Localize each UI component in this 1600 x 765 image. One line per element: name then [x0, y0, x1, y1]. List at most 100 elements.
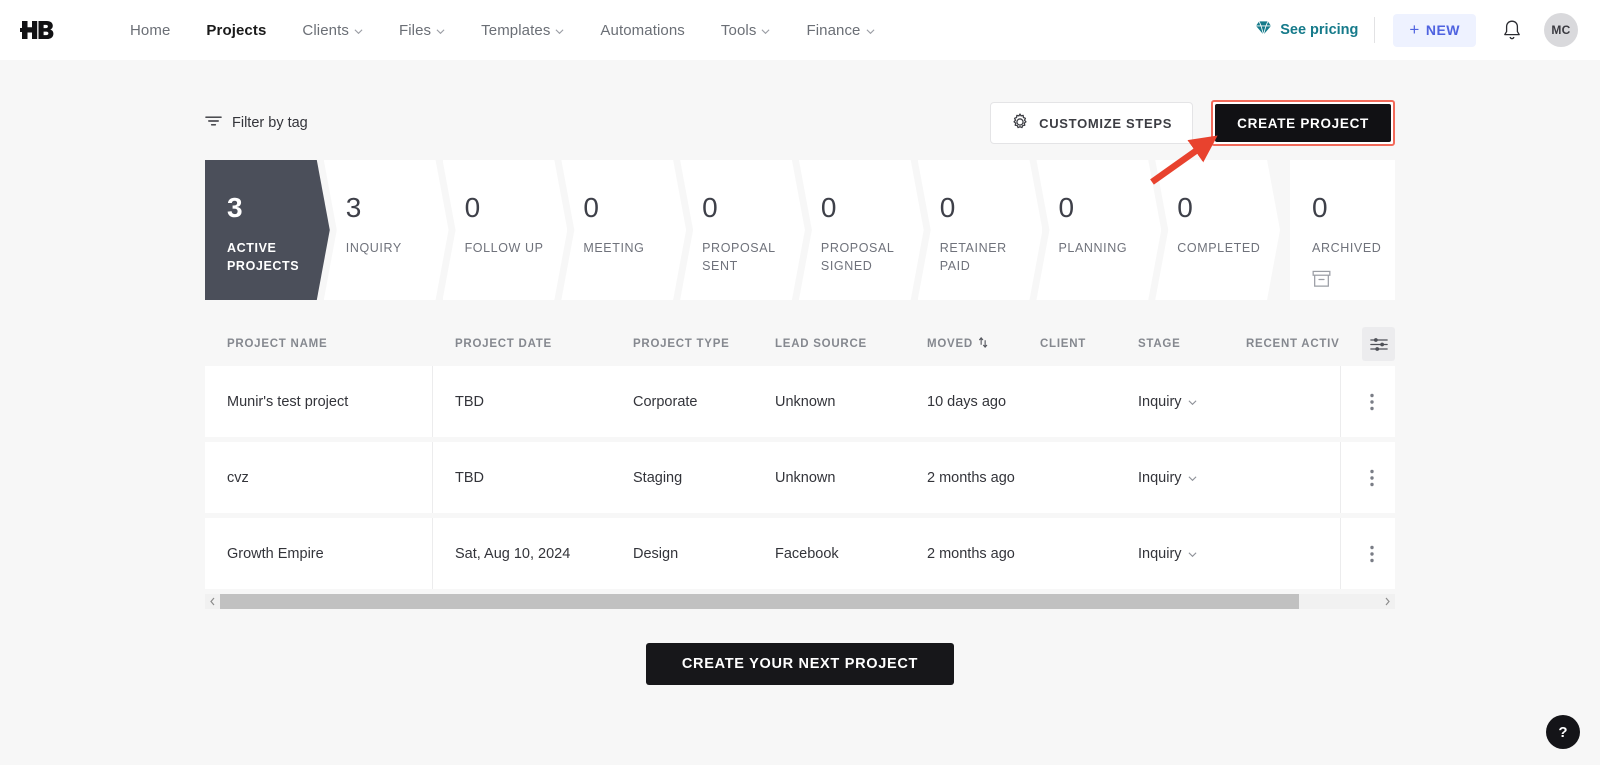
pipeline-stage-cards: 3 ACTIVE PROJECTS 3 INQUIRY 0 FOLLOW UP … [205, 160, 1395, 300]
nav-item-projects[interactable]: Projects [188, 22, 284, 39]
scroll-left-arrow-icon[interactable] [205, 594, 220, 609]
notifications-bell-icon[interactable] [1502, 19, 1522, 41]
pipeline-card-follow-up[interactable]: 0 FOLLOW UP [443, 160, 568, 300]
pipeline-card-inquiry[interactable]: 3 INQUIRY [324, 160, 449, 300]
plus-icon: + [1409, 21, 1419, 38]
projects-table-header: PROJECT NAME PROJECT DATE PROJECT TYPE L… [205, 322, 1395, 366]
nav-divider [1374, 17, 1375, 43]
pipeline-card-completed[interactable]: 0 COMPLETED [1155, 160, 1280, 300]
new-button-label: NEW [1426, 22, 1460, 38]
column-header-stage[interactable]: STAGE [1138, 338, 1246, 350]
column-settings-icon[interactable] [1362, 327, 1395, 361]
pipeline-count: 0 [702, 194, 805, 222]
cell-stage-dropdown[interactable]: Inquiry [1116, 518, 1224, 589]
nav-item-home[interactable]: Home [112, 22, 188, 39]
cell-stage-dropdown[interactable]: Inquiry [1116, 366, 1224, 437]
nav-item-automations-label: Automations [600, 22, 684, 39]
table-row[interactable]: Munir's test project TBD Corporate Unkno… [205, 366, 1395, 437]
pipeline-card-archived[interactable]: 0 ARCHIVED [1290, 160, 1395, 300]
nav-item-home-label: Home [130, 22, 170, 39]
customize-steps-button[interactable]: CUSTOMIZE STEPS [990, 102, 1193, 144]
create-your-next-project-button[interactable]: CREATE YOUR NEXT PROJECT [646, 643, 954, 685]
top-navigation-bar: Home Projects Clients Files Templates Au… [0, 0, 1600, 60]
see-pricing-link[interactable]: See pricing [1255, 20, 1374, 40]
page-body: Filter by tag CUSTOMIZE STEPS CREATE PRO… [0, 60, 1600, 765]
pipeline-label: PLANNING [1058, 239, 1142, 257]
sort-arrows-icon [977, 336, 989, 352]
table-horizontal-scrollbar[interactable] [205, 594, 1395, 609]
table-row[interactable]: cvz TBD Staging Unknown 2 months ago Inq… [205, 442, 1395, 513]
pipeline-card-planning[interactable]: 0 PLANNING [1036, 160, 1161, 300]
cell-client [1018, 366, 1116, 437]
nav-item-tools-label: Tools [721, 22, 757, 39]
pipeline-label: ARCHIVED [1312, 239, 1395, 257]
nav-item-automations[interactable]: Automations [582, 22, 702, 39]
scroll-right-arrow-icon[interactable] [1380, 594, 1395, 609]
column-header-recent-activity[interactable]: RECENT ACTIV [1246, 338, 1362, 350]
pipeline-label: MEETING [583, 239, 667, 257]
pipeline-card-proposal-signed[interactable]: 0 PROPOSAL SIGNED [799, 160, 924, 300]
column-header-lead-source[interactable]: LEAD SOURCE [775, 338, 927, 350]
create-project-button[interactable]: CREATE PROJECT [1215, 104, 1391, 142]
scrollbar-thumb[interactable] [220, 594, 1299, 609]
pipeline-card-proposal-sent[interactable]: 0 PROPOSAL SENT [680, 160, 805, 300]
pipeline-label: PROPOSAL SENT [702, 239, 786, 275]
table-row[interactable]: Growth Empire Sat, Aug 10, 2024 Design F… [205, 518, 1395, 589]
nav-item-clients[interactable]: Clients [284, 22, 381, 39]
column-header-project-type[interactable]: PROJECT TYPE [633, 338, 775, 350]
pipeline-count: 0 [1177, 194, 1280, 222]
row-actions-menu[interactable] [1340, 442, 1402, 513]
help-button[interactable]: ? [1546, 715, 1580, 749]
more-vertical-icon [1370, 469, 1374, 487]
nav-item-files[interactable]: Files [381, 22, 463, 39]
chevron-down-icon [1188, 474, 1197, 483]
cell-project-name: Munir's test project [205, 366, 433, 437]
nav-right-actions: See pricing + NEW MC [1255, 13, 1578, 47]
cell-project-date: TBD [433, 442, 611, 513]
cell-moved: 2 months ago [905, 518, 1018, 589]
nav-item-templates[interactable]: Templates [463, 22, 582, 39]
main-nav-links: Home Projects Clients Files Templates Au… [112, 22, 893, 39]
archive-box-icon [1312, 270, 1395, 293]
pipeline-card-retainer-paid[interactable]: 0 RETAINER PAID [918, 160, 1043, 300]
cell-lead-source: Facebook [753, 518, 905, 589]
chevron-down-icon [555, 27, 564, 36]
column-header-client[interactable]: CLIENT [1040, 338, 1138, 350]
pipeline-label: INQUIRY [346, 239, 430, 257]
pipeline-label: FOLLOW UP [465, 239, 549, 257]
cell-project-type: Corporate [611, 366, 753, 437]
pipeline-count: 0 [821, 194, 924, 222]
cell-project-date: Sat, Aug 10, 2024 [433, 518, 611, 589]
create-next-project-wrapper: CREATE YOUR NEXT PROJECT [205, 643, 1395, 685]
pipeline-label: COMPLETED [1177, 239, 1261, 257]
pipeline-card-meeting[interactable]: 0 MEETING [561, 160, 686, 300]
filter-by-tag-button[interactable]: Filter by tag [205, 114, 308, 132]
pipeline-card-active-projects[interactable]: 3 ACTIVE PROJECTS [205, 160, 330, 300]
nav-item-tools[interactable]: Tools [703, 22, 789, 39]
cell-lead-source: Unknown [753, 442, 905, 513]
cell-stage-dropdown[interactable]: Inquiry [1116, 442, 1224, 513]
cell-moved: 10 days ago [905, 366, 1018, 437]
avatar-initials: MC [1551, 23, 1570, 37]
chevron-down-icon [866, 27, 875, 36]
cell-moved: 2 months ago [905, 442, 1018, 513]
filter-icon [205, 114, 222, 132]
honeybook-logo[interactable] [20, 18, 66, 42]
pipeline-label: PROPOSAL SIGNED [821, 239, 905, 275]
scrollbar-track[interactable] [220, 594, 1380, 609]
column-header-moved[interactable]: MOVED [927, 336, 1040, 352]
cell-recent-activity [1224, 518, 1340, 589]
column-header-project-date[interactable]: PROJECT DATE [455, 338, 633, 350]
pipeline-count: 0 [1312, 194, 1395, 222]
more-vertical-icon [1370, 393, 1374, 411]
cell-client [1018, 442, 1116, 513]
row-actions-menu[interactable] [1340, 518, 1402, 589]
column-header-project-name[interactable]: PROJECT NAME [227, 338, 455, 350]
new-button[interactable]: + NEW [1393, 14, 1476, 47]
diamond-icon [1255, 20, 1272, 40]
user-avatar[interactable]: MC [1544, 13, 1578, 47]
cell-client [1018, 518, 1116, 589]
row-actions-menu[interactable] [1340, 366, 1402, 437]
projects-toolbar: Filter by tag CUSTOMIZE STEPS CREATE PRO… [205, 102, 1395, 144]
nav-item-finance[interactable]: Finance [788, 22, 892, 39]
